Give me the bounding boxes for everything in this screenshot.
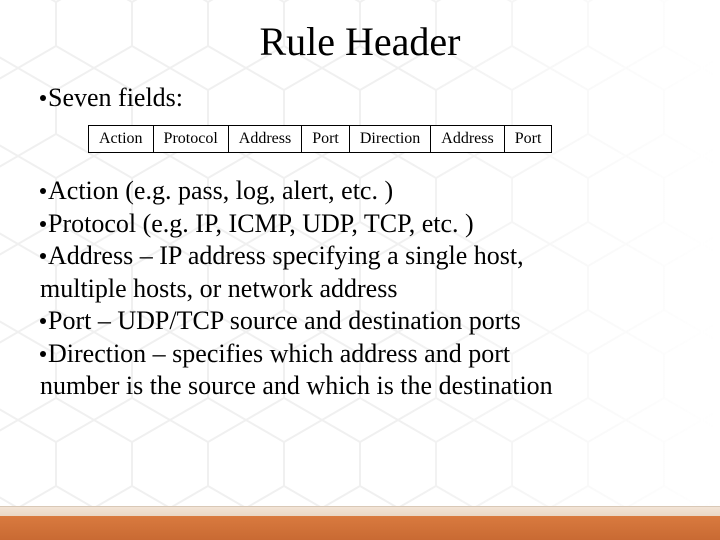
bullet-icon [40, 351, 46, 357]
bullet-icon [40, 188, 46, 194]
bullet-icon [40, 318, 46, 324]
col-protocol: Protocol [153, 126, 228, 153]
rule-header-table: Action Protocol Address Port Direction A… [88, 125, 552, 153]
bullet-icon [40, 95, 46, 101]
list-item: Protocol (e.g. IP, ICMP, UDP, TCP, etc. … [40, 208, 680, 241]
col-address-1: Address [228, 126, 301, 153]
action-text: Action (e.g. pass, log, alert, etc. ) [48, 176, 393, 205]
bullet-icon [40, 253, 46, 259]
intro-line: Seven fields: [40, 83, 680, 113]
port-text: Port – UDP/TCP source and destination po… [48, 306, 521, 335]
direction-text-1: Direction – specifies which address and … [48, 339, 510, 368]
intro-text: Seven fields: [48, 83, 183, 112]
col-direction: Direction [349, 126, 430, 153]
bullet-list: Action (e.g. pass, log, alert, etc. ) Pr… [40, 175, 680, 403]
list-item: Port – UDP/TCP source and destination po… [40, 305, 680, 338]
table-row: Action Protocol Address Port Direction A… [89, 126, 552, 153]
list-item-continuation: multiple hosts, or network address [40, 273, 680, 306]
col-address-2: Address [431, 126, 504, 153]
col-port-2: Port [504, 126, 552, 153]
direction-text-2: number is the source and which is the de… [40, 371, 553, 400]
list-item-continuation: number is the source and which is the de… [40, 370, 680, 403]
list-item: Action (e.g. pass, log, alert, etc. ) [40, 175, 680, 208]
address-text-2: multiple hosts, or network address [40, 274, 397, 303]
bullet-icon [40, 221, 46, 227]
slide-content: Rule Header Seven fields: Action Protoco… [0, 0, 720, 403]
slide-title: Rule Header [40, 18, 680, 65]
address-text-1: Address – IP address specifying a single… [48, 241, 524, 270]
list-item: Address – IP address specifying a single… [40, 240, 680, 273]
col-port-1: Port [302, 126, 350, 153]
footer-bar-orange [0, 516, 720, 540]
list-item: Direction – specifies which address and … [40, 338, 680, 371]
col-action: Action [89, 126, 154, 153]
protocol-text: Protocol (e.g. IP, ICMP, UDP, TCP, etc. … [48, 209, 474, 238]
